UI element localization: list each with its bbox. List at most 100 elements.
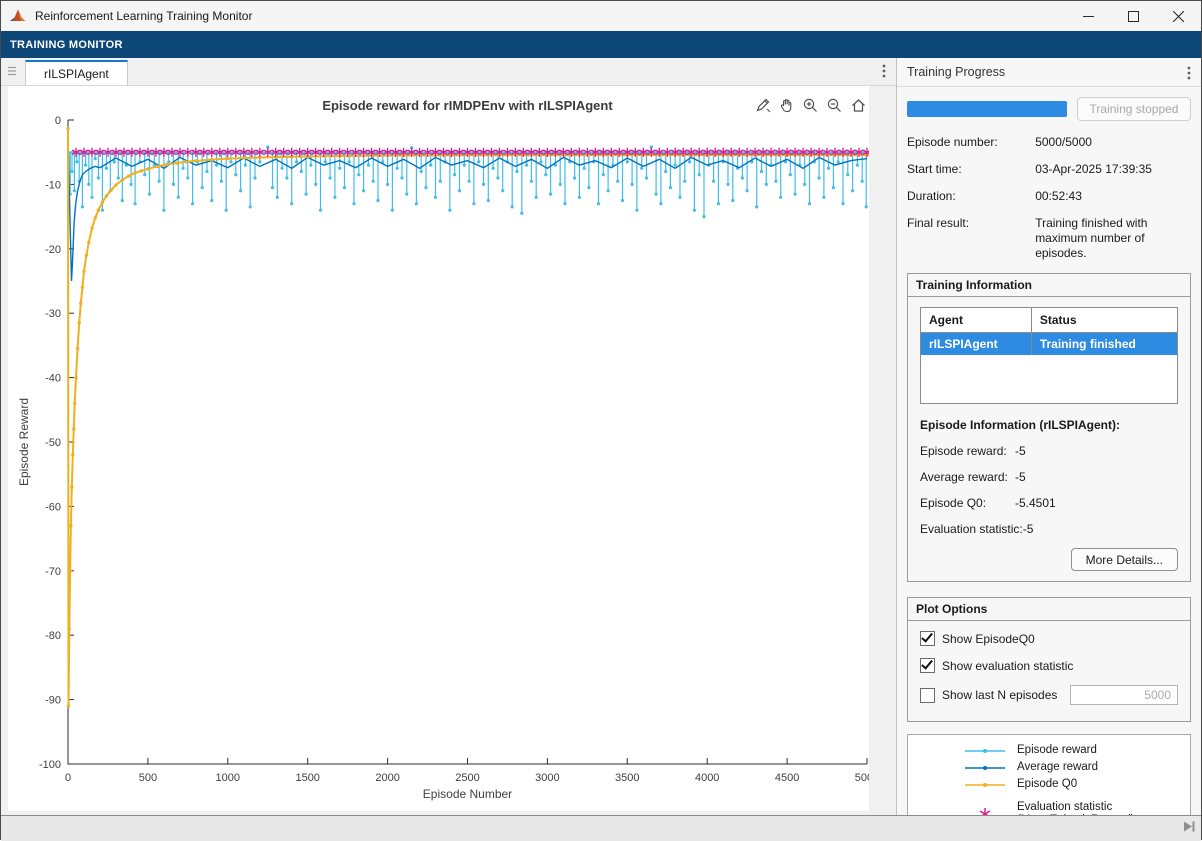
- right-panel-title: Training Progress: [907, 65, 1005, 79]
- final-result-value: Training finished with maximum number of…: [1035, 216, 1191, 261]
- document-tabstrip: rILSPIAgent: [1, 58, 896, 86]
- status-column-header: Status: [1031, 308, 1177, 333]
- chart-legend: Episode reward Average reward: [907, 734, 1191, 815]
- y-tick-label: -50: [45, 437, 61, 449]
- x-tick-label: 2500: [455, 772, 479, 784]
- show-episodeq0-row: Show EpisodeQ0: [920, 631, 1178, 646]
- x-axis-label: Episode Number: [423, 787, 512, 801]
- close-button[interactable]: [1156, 1, 1201, 31]
- show-evaluation-statistic-checkbox[interactable]: [920, 658, 935, 673]
- episode-reward-row: Episode reward: -5: [920, 444, 1178, 458]
- status-cell: Training finished: [1031, 333, 1177, 356]
- show-evaluation-statistic-label: Show evaluation statistic: [942, 659, 1073, 673]
- x-tick-label: 5000: [855, 772, 869, 784]
- chart-title: Episode reward for rIMDPEnv with rILSPIA…: [322, 98, 613, 113]
- evaluation-statistic-value: -5: [1023, 522, 1034, 536]
- show-episodeq0-checkbox[interactable]: [920, 631, 935, 646]
- axes-spines: [68, 120, 867, 764]
- evaluation-statistic-swatch: [963, 805, 1007, 815]
- reward-chart[interactable]: Episode reward for rIMDPEnv with rILSPIA…: [8, 86, 869, 809]
- x-tick-label: 4000: [695, 772, 719, 784]
- x-tick-label: 3500: [615, 772, 639, 784]
- status-bar: [1, 815, 1201, 841]
- duration-row: Duration: 00:52:43: [907, 189, 1191, 204]
- table-empty-area: [921, 355, 1178, 404]
- training-progress-menu-button[interactable]: [1187, 66, 1191, 83]
- y-tick-label: -90: [45, 695, 61, 707]
- tab-list-grip-icon[interactable]: [7, 65, 17, 80]
- training-figure[interactable]: Episode reward for rIMDPEnv with rILSPIA…: [8, 86, 869, 811]
- show-evaluation-statistic-row: Show evaluation statistic: [920, 658, 1178, 673]
- training-progress-panel: Training Progress Training stopped Episo…: [897, 58, 1201, 815]
- document-panel-menu-button[interactable]: [882, 64, 886, 81]
- episode-q0-label: Episode Q0:: [920, 496, 1015, 510]
- tab-rilspiagent[interactable]: rILSPIAgent: [25, 60, 128, 85]
- start-time-row: Start time: 03-Apr-2025 17:39:35: [907, 162, 1191, 177]
- app-window: Reinforcement Learning Training Monitor …: [0, 0, 1202, 840]
- collapse-panel-icon[interactable]: [1183, 820, 1196, 836]
- toolstrip: TRAINING MONITOR: [1, 31, 1201, 58]
- title-bar: Reinforcement Learning Training Monitor: [1, 1, 1201, 31]
- episode-reward-label: Episode reward:: [920, 444, 1015, 458]
- legend-label: Average reward: [1017, 761, 1098, 774]
- start-time-label: Start time:: [907, 162, 1035, 177]
- training-information-card: Training Information Agent Status: [907, 273, 1191, 582]
- pan-icon[interactable]: [777, 96, 795, 114]
- x-tick-label: 1000: [216, 772, 240, 784]
- episode-q0-series: [68, 128, 867, 706]
- training-information-title: Training Information: [908, 274, 1190, 297]
- legend-label: Evaluation statistic (MeanEpisodeReward): [1017, 801, 1135, 815]
- x-tick-label: 3000: [535, 772, 559, 784]
- legend-item-episode-reward: Episode reward: [908, 742, 1190, 759]
- axes-toolbar: [753, 96, 867, 114]
- table-row[interactable]: rILSPIAgent Training finished: [921, 333, 1178, 356]
- average-reward-label: Average reward:: [920, 470, 1015, 484]
- maximize-button[interactable]: [1111, 1, 1156, 31]
- y-tick-label: -80: [45, 630, 61, 642]
- plot-options-title: Plot Options: [908, 598, 1190, 621]
- legend-item-episode-q0: Episode Q0: [908, 776, 1190, 793]
- home-icon[interactable]: [849, 96, 867, 114]
- matlab-logo-icon: [9, 8, 27, 24]
- last-n-episodes-input[interactable]: [1070, 685, 1178, 705]
- zoom-out-icon[interactable]: [825, 96, 843, 114]
- legend-label: Episode Q0: [1017, 778, 1077, 791]
- y-tick-label: -30: [45, 308, 61, 320]
- episode-reward-series: [69, 147, 867, 217]
- zoom-in-icon[interactable]: [801, 96, 819, 114]
- start-time-value: 03-Apr-2025 17:39:35: [1035, 162, 1191, 177]
- tab-training-monitor[interactable]: TRAINING MONITOR: [1, 39, 132, 51]
- average-reward-swatch: [963, 762, 1007, 774]
- episode-q0-value: -5.4501: [1015, 496, 1056, 510]
- edit-plot-icon[interactable]: [753, 96, 771, 114]
- y-tick-label: -60: [45, 501, 61, 513]
- agents-table: Agent Status rILSPIAgent Training finish…: [920, 307, 1178, 404]
- minimize-button[interactable]: [1066, 1, 1111, 31]
- show-last-n-episodes-row: Show last N episodes: [920, 685, 1178, 705]
- x-tick-label: 0: [65, 772, 71, 784]
- duration-value: 00:52:43: [1035, 189, 1191, 204]
- show-episodeq0-label: Show EpisodeQ0: [942, 632, 1035, 646]
- y-tick-label: -40: [45, 373, 61, 385]
- x-tick-label: 1500: [295, 772, 319, 784]
- average-reward-row: Average reward: -5: [920, 470, 1178, 484]
- legend-item-evaluation-statistic: Evaluation statistic (MeanEpisodeReward): [908, 799, 1190, 815]
- training-progress-bar: [907, 101, 1067, 117]
- x-tick-label: 4500: [775, 772, 799, 784]
- agent-cell: rILSPIAgent: [921, 333, 1032, 356]
- duration-label: Duration:: [907, 189, 1035, 204]
- show-last-n-episodes-checkbox[interactable]: [920, 688, 935, 703]
- y-tick-label: -20: [45, 244, 61, 256]
- more-details-button[interactable]: More Details...: [1071, 548, 1178, 571]
- training-stopped-button[interactable]: Training stopped: [1077, 97, 1191, 121]
- episode-number-value: 5000/5000: [1035, 135, 1191, 150]
- episode-reward-value: -5: [1015, 444, 1026, 458]
- tab-label: rILSPIAgent: [44, 67, 109, 81]
- episode-q0-swatch: [963, 779, 1007, 791]
- average-reward-value: -5: [1015, 470, 1026, 484]
- episode-information-title: Episode Information (rILSPIAgent):: [920, 418, 1178, 432]
- evaluation-statistic-label: Evaluation statistic:: [920, 522, 1023, 536]
- y-tick-label: -10: [45, 179, 61, 191]
- episode-reward-swatch: [963, 745, 1007, 757]
- y-tick-label: 0: [55, 115, 61, 127]
